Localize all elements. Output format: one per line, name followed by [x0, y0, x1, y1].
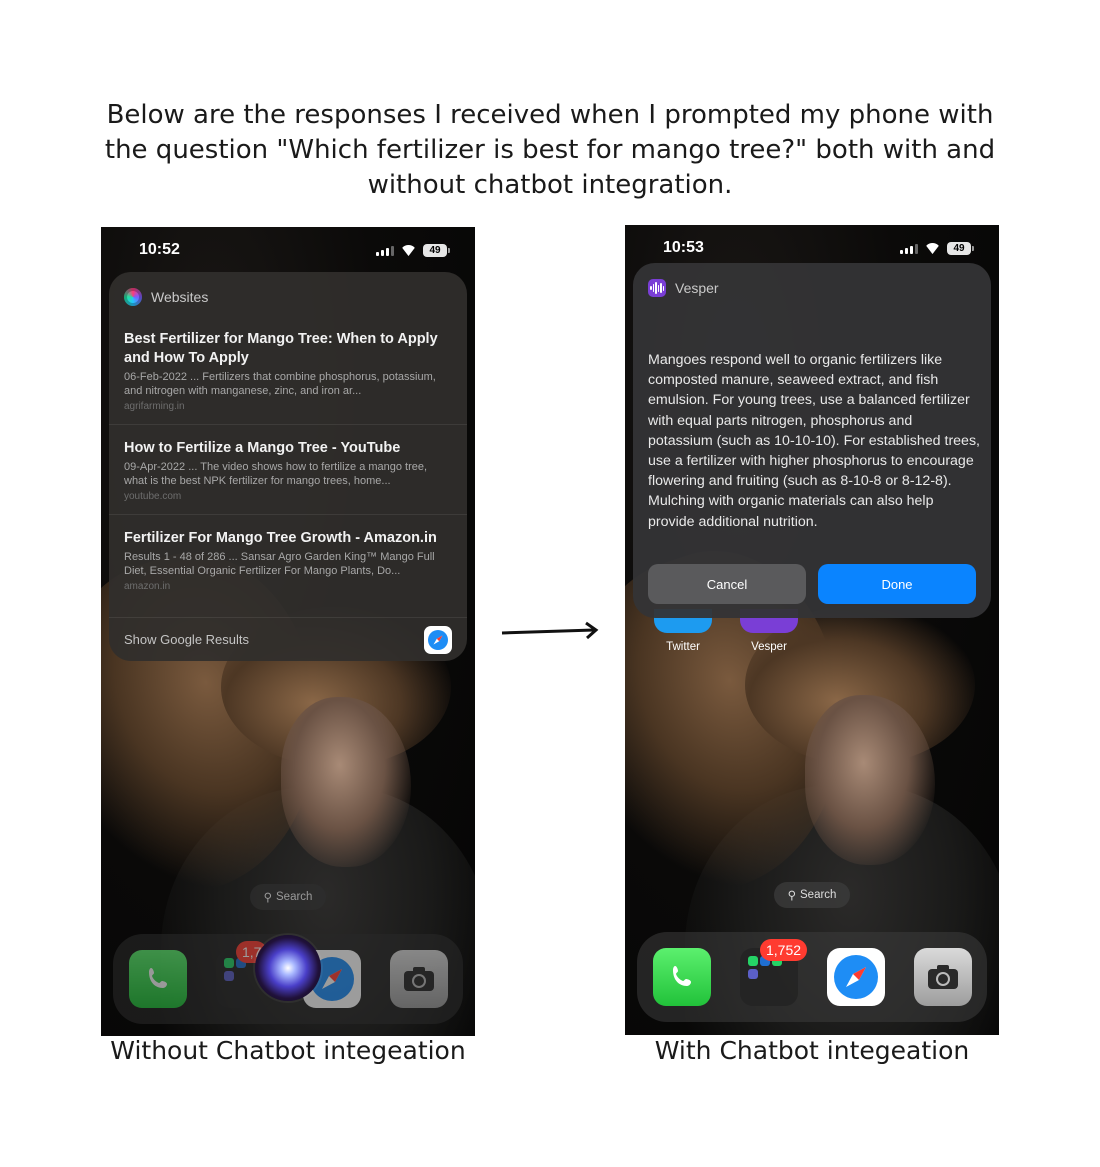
home-search-button[interactable]: ⚲ Search	[774, 882, 850, 908]
phone-app-icon[interactable]	[653, 948, 711, 1006]
apps-folder-icon[interactable]: 1,752	[740, 939, 808, 1006]
result-title[interactable]: How to Fertilize a Mango Tree - YouTube	[124, 439, 452, 458]
status-time: 10:52	[139, 241, 180, 258]
search-result[interactable]: How to Fertilize a Mango Tree - YouTube …	[109, 425, 467, 515]
cellular-signal-icon	[376, 245, 394, 256]
camera-app-icon[interactable]	[390, 950, 448, 1008]
status-time: 10:53	[663, 239, 704, 256]
search-icon: ⚲	[787, 890, 796, 902]
app-label: Twitter	[666, 641, 700, 653]
show-google-results-button[interactable]: Show Google Results	[109, 617, 467, 661]
wifi-icon	[401, 245, 416, 256]
safari-icon[interactable]	[424, 625, 452, 654]
result-domain: agrifarming.in	[124, 401, 185, 412]
siri-orb-icon	[255, 935, 321, 1001]
show-google-results-label: Show Google Results	[124, 632, 250, 647]
done-button[interactable]: Done	[818, 564, 976, 604]
vesper-response-card: Vesper Mangoes respond well to organic f…	[633, 263, 991, 618]
result-domain: youtube.com	[124, 491, 182, 502]
siri-icon	[124, 288, 142, 306]
status-icons: 49	[900, 242, 974, 255]
battery-icon: 49	[423, 244, 450, 257]
card-label: Vesper	[675, 280, 719, 296]
caption-with-chatbot: With Chatbot integeation	[654, 1036, 970, 1065]
result-snippet: 06-Feb-2022 ... Fertilizers that combine…	[124, 371, 436, 397]
arrow-icon	[501, 621, 599, 640]
search-result[interactable]: Best Fertilizer for Mango Tree: When to …	[109, 316, 467, 425]
phone-screenshot-without-chatbot: 10:52 49 Websites Best Fertilizer for Ma…	[101, 227, 475, 1036]
result-title[interactable]: Fertilizer For Mango Tree Growth - Amazo…	[124, 529, 452, 548]
result-domain: amazon.in	[124, 581, 171, 592]
result-snippet: 09-Apr-2022 ... The video shows how to f…	[124, 461, 428, 487]
safari-icon[interactable]	[827, 948, 885, 1006]
siri-websites-card: Websites Best Fertilizer for Mango Tree:…	[109, 272, 467, 661]
app-label: Vesper	[751, 641, 787, 653]
card-label: Websites	[151, 289, 209, 305]
dock: 1,752	[637, 932, 987, 1022]
vesper-icon	[648, 279, 666, 297]
chatbot-response-text: Mangoes respond well to organic fertiliz…	[648, 352, 980, 530]
cancel-button[interactable]: Cancel	[648, 564, 806, 604]
battery-icon: 49	[947, 242, 974, 255]
phone-app-icon[interactable]	[129, 950, 187, 1008]
intro-text: Below are the responses I received when …	[104, 100, 996, 200]
search-label: Search	[276, 891, 313, 903]
result-title[interactable]: Best Fertilizer for Mango Tree: When to …	[124, 330, 452, 368]
notification-badge: 1,752	[760, 939, 808, 961]
search-result[interactable]: Fertilizer For Mango Tree Growth - Amazo…	[109, 515, 467, 604]
home-search-button[interactable]: ⚲ Search	[250, 884, 326, 910]
camera-app-icon[interactable]	[914, 948, 972, 1006]
caption-without-chatbot: Without Chatbot integeation	[110, 1036, 466, 1065]
search-label: Search	[800, 889, 837, 901]
status-icons: 49	[376, 244, 450, 257]
search-icon: ⚲	[263, 892, 272, 904]
result-snippet: Results 1 - 48 of 286 ... Sansar Agro Ga…	[124, 551, 435, 577]
phone-screenshot-with-chatbot: 10:53 49 Twitter Vesper Vesper Mangoes r…	[625, 225, 999, 1035]
wifi-icon	[925, 243, 940, 254]
cellular-signal-icon	[900, 243, 918, 254]
